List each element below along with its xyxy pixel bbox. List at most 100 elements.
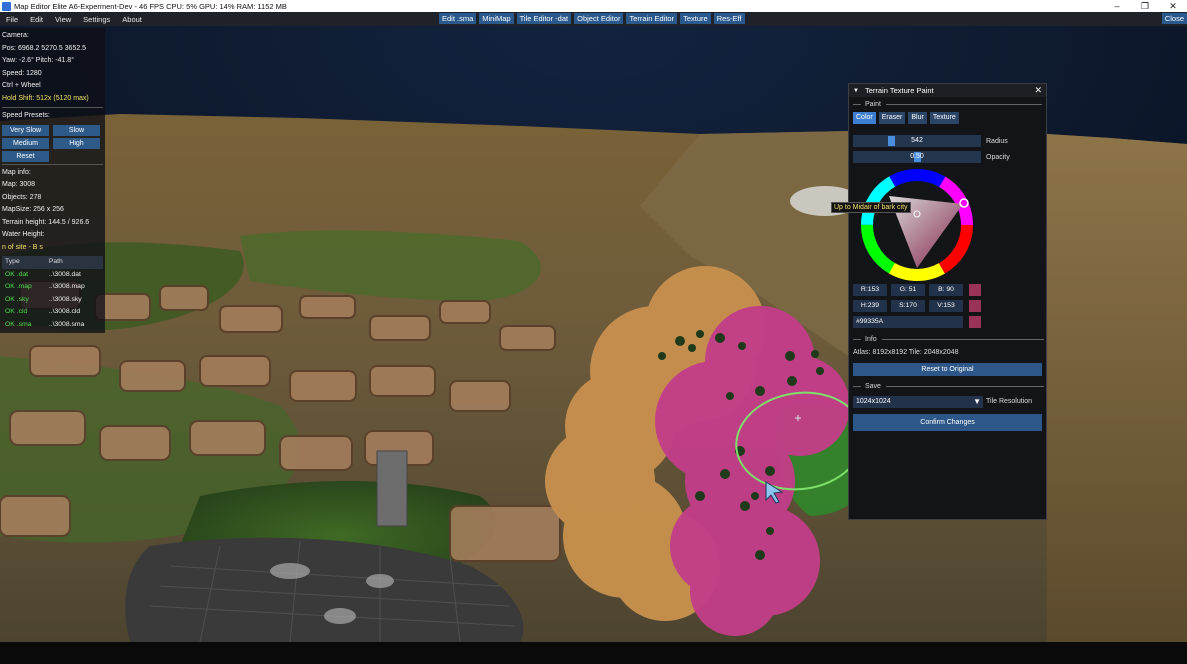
tool-buttons: Edit .sma MiniMap Tile Editor -dat Objec… — [439, 13, 745, 24]
chevron-down-icon: ▼ — [973, 397, 981, 406]
menu-view[interactable]: View — [49, 15, 77, 24]
file-type: OK .cld — [5, 308, 28, 315]
table-row[interactable]: OK .cld ..\3008.cld — [2, 306, 103, 319]
panel-header[interactable]: ▼ Terrain Texture Paint ✕ — [849, 84, 1046, 97]
res-eff-button[interactable]: Res-Eff — [713, 13, 745, 24]
menu-edit[interactable]: Edit — [24, 15, 49, 24]
close-icon[interactable]: ✕ — [1034, 85, 1042, 96]
file-type: OK .sma — [5, 320, 32, 328]
red-field[interactable]: R:153 — [853, 284, 887, 296]
speed-row-2: Medium High — [2, 137, 103, 149]
menu-settings[interactable]: Settings — [77, 15, 116, 24]
saturation-field[interactable]: S:170 — [891, 300, 925, 312]
medium-button[interactable]: Medium — [2, 137, 49, 149]
color-swatch[interactable] — [969, 284, 981, 296]
opacity-slider[interactable]: 0.50 — [853, 151, 981, 163]
site-info: n of site - B s — [2, 243, 43, 251]
panel-title: Terrain Texture Paint — [864, 86, 934, 95]
save-section-header: Save — [849, 380, 1048, 392]
opacity-value: 0.50 — [910, 153, 924, 160]
file-path: ..\3008.cld — [48, 308, 81, 315]
minimap-button[interactable]: MiniMap — [479, 13, 514, 24]
file-type: OK .map — [5, 283, 32, 290]
tile-resolution-label: Tile Resolution — [986, 398, 1033, 405]
mode-blur[interactable]: Blur — [908, 112, 927, 124]
column-type: Type — [2, 256, 46, 269]
save-section-label: Save — [865, 382, 881, 390]
bottom-bar — [0, 642, 1187, 664]
radius-label: Radius — [986, 138, 1008, 145]
file-type: OK .sky — [5, 295, 29, 303]
terrain-height: Terrain height: 144.5 / 926.6 — [2, 218, 90, 226]
menu-about[interactable]: About — [116, 15, 148, 24]
file-path: ..\3008.sky — [48, 295, 82, 303]
table-row[interactable]: OK .sma ..\3008.sma — [2, 319, 103, 332]
window-title: Map Editor Elite A6-Experment-Dev - 46 F… — [14, 1, 287, 11]
color-swatch[interactable] — [969, 300, 981, 312]
terrain-editor-button[interactable]: Terrain Editor — [626, 13, 678, 24]
texture-button[interactable]: Texture — [680, 13, 711, 24]
minimize-button[interactable]: – — [1103, 0, 1131, 12]
hue-field[interactable]: H:239 — [853, 300, 887, 312]
close-window-button[interactable]: ✕ — [1159, 0, 1187, 12]
slow-button[interactable]: Slow — [53, 124, 100, 136]
camera-speed: Speed: 1280 — [2, 69, 42, 77]
hex-field[interactable]: #99335A — [853, 316, 963, 328]
camera-info-panel: Camera: Pos: 6968.2 5270.5 3652.5 Yaw: -… — [0, 28, 105, 333]
file-table-header: Type Path — [2, 256, 103, 269]
reset-speed-button[interactable]: Reset — [2, 150, 49, 162]
blue-field[interactable]: B: 90 — [929, 284, 963, 296]
edit-sma-button[interactable]: Edit .sma — [439, 13, 477, 24]
app-icon — [2, 1, 11, 11]
green-field[interactable]: G: 51 — [891, 284, 925, 296]
table-row[interactable]: OK .map ..\3008.map — [2, 281, 103, 294]
maximize-button[interactable]: ❐ — [1131, 0, 1159, 12]
radius-value: 542 — [911, 137, 923, 144]
menu-bar: File Edit View Settings About Edit .sma … — [0, 12, 1187, 26]
tile-resolution-dropdown[interactable]: 1024x1024 ▼ — [853, 396, 983, 408]
color-swatch[interactable] — [969, 316, 981, 328]
close-button[interactable]: Close — [1161, 13, 1187, 24]
very-slow-button[interactable]: Very Slow — [2, 124, 49, 136]
paint-section-header: Paint — [849, 98, 1046, 110]
object-count: Objects: 278 — [2, 193, 42, 201]
high-button[interactable]: High — [53, 137, 100, 149]
file-path: ..\3008.map — [48, 283, 85, 290]
divider — [2, 107, 103, 108]
ctrl-wheel-hint: Ctrl + Wheel — [2, 82, 41, 89]
table-row[interactable]: OK .sky ..\3008.sky — [2, 294, 103, 307]
value-field[interactable]: V:153 — [929, 300, 963, 312]
file-path: ..\3008.dat — [48, 270, 81, 278]
radius-slider[interactable]: 542 — [853, 135, 981, 147]
tile-editor-button[interactable]: Tile Editor -dat — [516, 13, 572, 24]
tile-resolution-value: 1024x1024 — [856, 398, 891, 405]
map-id: Map: 3008 — [2, 181, 36, 188]
menu-file[interactable]: File — [0, 15, 24, 24]
paint-mode-tabs: Color Eraser Blur Texture — [849, 112, 1046, 124]
column-path: Path — [45, 256, 103, 269]
object-editor-button[interactable]: Object Editor — [574, 13, 624, 24]
camera-pos: Pos: 6968.2 5270.5 3652.5 — [2, 44, 87, 52]
speed-presets-heading: Speed Presets: — [2, 112, 50, 119]
color-wheel[interactable] — [859, 168, 977, 282]
info-section-label: Info — [865, 335, 877, 343]
file-table: Type Path OK .dat ..\3008.dat OK .map ..… — [2, 256, 103, 331]
mode-color[interactable]: Color — [853, 112, 876, 124]
info-section-header: Info — [849, 333, 1048, 345]
file-type: OK .dat — [5, 270, 29, 278]
mode-eraser[interactable]: Eraser — [878, 112, 906, 124]
map-size: MapSize: 256 x 256 — [2, 206, 64, 213]
camera-yaw-pitch: Yaw: -2.6° Pitch: -41.8° — [2, 57, 74, 64]
reset-to-original-button[interactable]: Reset to Original — [853, 363, 1042, 376]
speed-row-3: Reset — [2, 150, 103, 162]
file-path: ..\3008.sma — [48, 320, 85, 328]
water-height: Water Height: — [2, 231, 45, 238]
camera-heading: Camera: — [2, 32, 29, 39]
mode-texture[interactable]: Texture — [929, 112, 959, 124]
terrain-texture-paint-panel: ▼ Terrain Texture Paint ✕ Paint Color Er… — [848, 83, 1047, 520]
confirm-changes-button[interactable]: Confirm Changes — [853, 414, 1042, 431]
window-controls: – ❐ ✕ — [1103, 0, 1187, 12]
opacity-label: Opacity — [986, 154, 1010, 161]
collapse-arrow-icon[interactable]: ▼ — [853, 88, 859, 94]
table-row[interactable]: OK .dat ..\3008.dat — [2, 269, 103, 282]
